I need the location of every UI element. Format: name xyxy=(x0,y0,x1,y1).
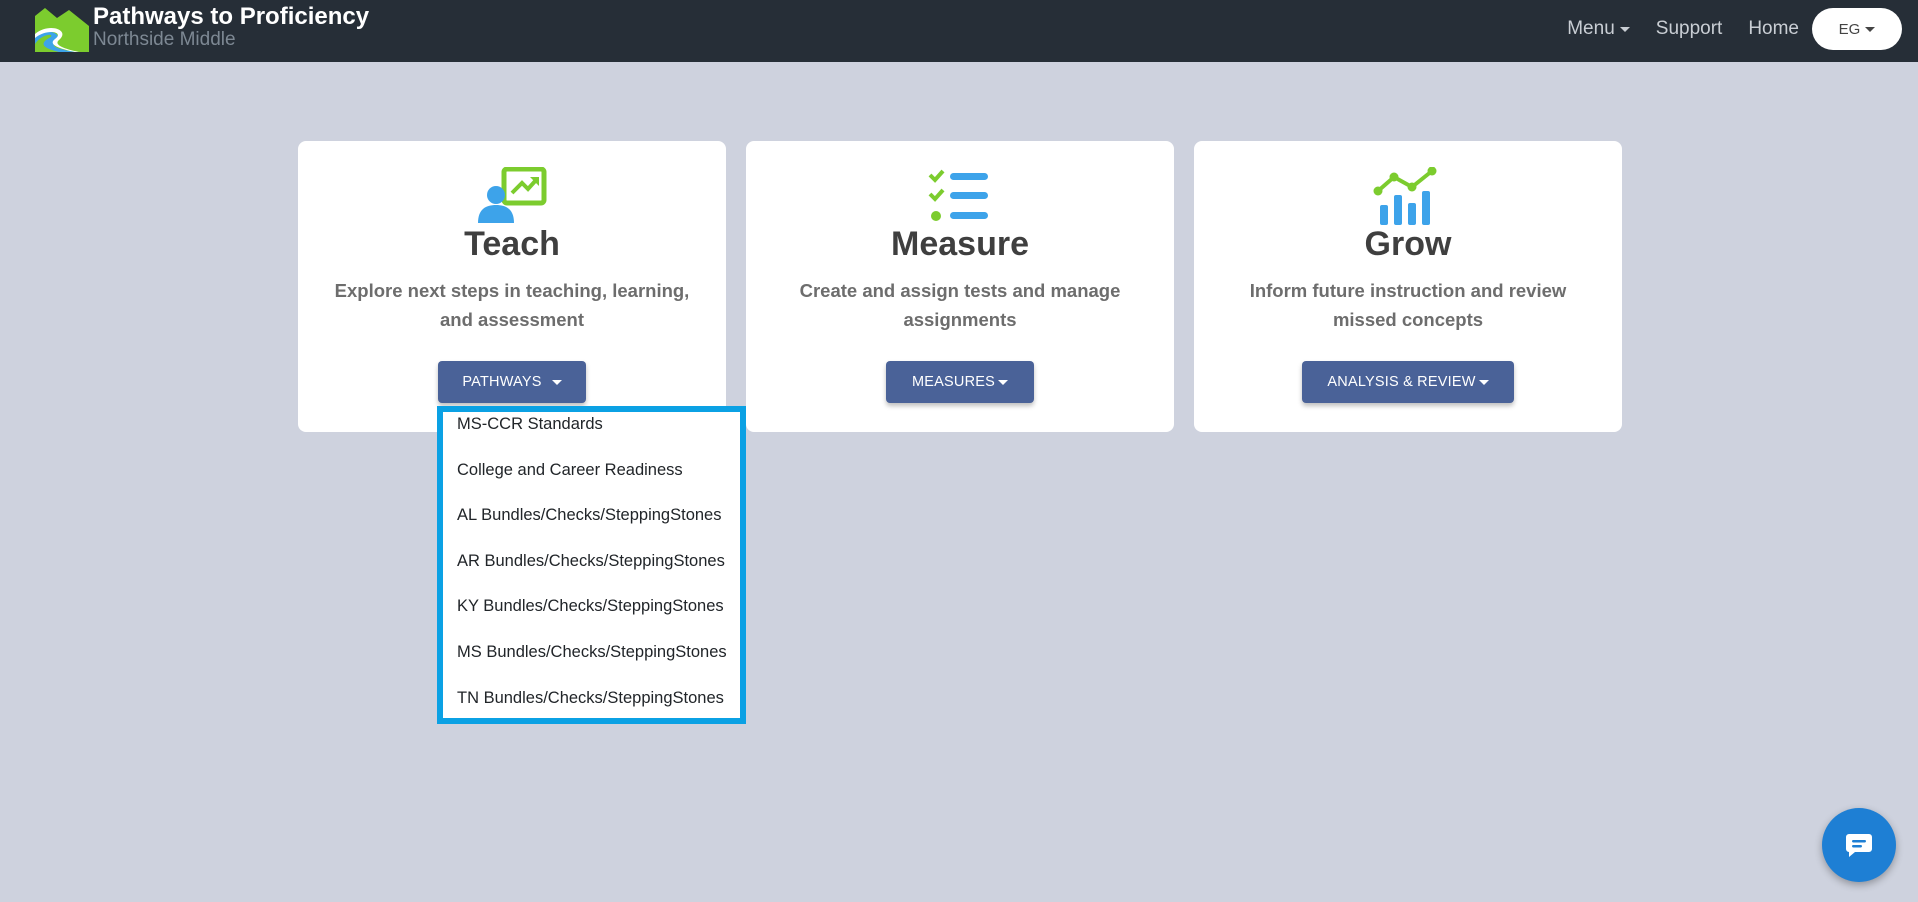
checklist-icon xyxy=(928,169,988,221)
teach-card: Teach Explore next steps in teaching, le… xyxy=(298,141,726,432)
chevron-down-icon xyxy=(1865,26,1876,32)
measures-button[interactable]: MEASURES xyxy=(886,361,1034,403)
dropdown-item-ky[interactable]: KY Bundles/Checks/SteppingStones xyxy=(443,594,740,640)
chevron-down-icon xyxy=(1478,379,1489,385)
grow-description: Inform future instruction and review mis… xyxy=(1249,280,1567,330)
chat-bubble-icon xyxy=(1846,834,1872,857)
menu-label: Menu xyxy=(1567,18,1615,39)
growth-chart-icon xyxy=(1373,167,1437,225)
dropdown-item-tn[interactable]: TN Bundles/Checks/SteppingStones xyxy=(443,686,740,732)
chevron-down-icon xyxy=(551,379,562,385)
grow-title: Grow xyxy=(1364,225,1452,263)
language-selector[interactable]: EG xyxy=(1812,8,1902,50)
school-name: Northside Middle xyxy=(93,29,236,50)
analysis-review-label: ANALYSIS & REVIEW xyxy=(1327,374,1476,390)
grow-card: Grow Inform future instruction and revie… xyxy=(1194,141,1622,432)
teach-title: Teach xyxy=(464,225,560,263)
measures-label: MEASURES xyxy=(912,374,995,390)
support-link[interactable]: Support xyxy=(1656,18,1723,40)
measure-description: Create and assign tests and manage assig… xyxy=(799,280,1121,330)
top-navbar: Pathways to Proficiency Northside Middle… xyxy=(0,0,1918,62)
teacher-presentation-icon xyxy=(478,167,547,223)
analysis-review-button[interactable]: ANALYSIS & REVIEW xyxy=(1302,361,1514,403)
chevron-down-icon xyxy=(1619,26,1630,32)
chevron-down-icon xyxy=(997,379,1008,385)
dropdown-item-ms[interactable]: MS Bundles/Checks/SteppingStones xyxy=(443,640,740,686)
dropdown-item-ccr[interactable]: College and Career Readiness xyxy=(443,458,740,504)
teach-description: Explore next steps in teaching, learning… xyxy=(334,280,690,330)
dropdown-item-ms-ccr[interactable]: MS-CCR Standards xyxy=(443,412,740,458)
dropdown-item-ar[interactable]: AR Bundles/Checks/SteppingStones xyxy=(443,549,740,595)
measure-card: Measure Create and assign tests and mana… xyxy=(746,141,1174,432)
pathways-dropdown-menu: MS-CCR Standards College and Career Read… xyxy=(437,406,746,724)
home-link[interactable]: Home xyxy=(1748,18,1799,40)
nav-links: Menu Support Home EG xyxy=(1541,0,1902,58)
app-title: Pathways to Proficiency xyxy=(93,3,370,30)
pathways-button[interactable]: PATHWAYS xyxy=(438,361,586,403)
chat-button[interactable] xyxy=(1822,808,1896,882)
pathways-label: PATHWAYS xyxy=(462,374,542,390)
measure-title: Measure xyxy=(891,225,1029,263)
menu-dropdown[interactable]: Menu xyxy=(1567,18,1630,40)
pathways-logo-icon xyxy=(35,8,89,52)
brand[interactable]: Pathways to Proficiency Northside Middle xyxy=(35,3,370,52)
language-label: EG xyxy=(1838,20,1861,38)
dropdown-item-al[interactable]: AL Bundles/Checks/SteppingStones xyxy=(443,503,740,549)
